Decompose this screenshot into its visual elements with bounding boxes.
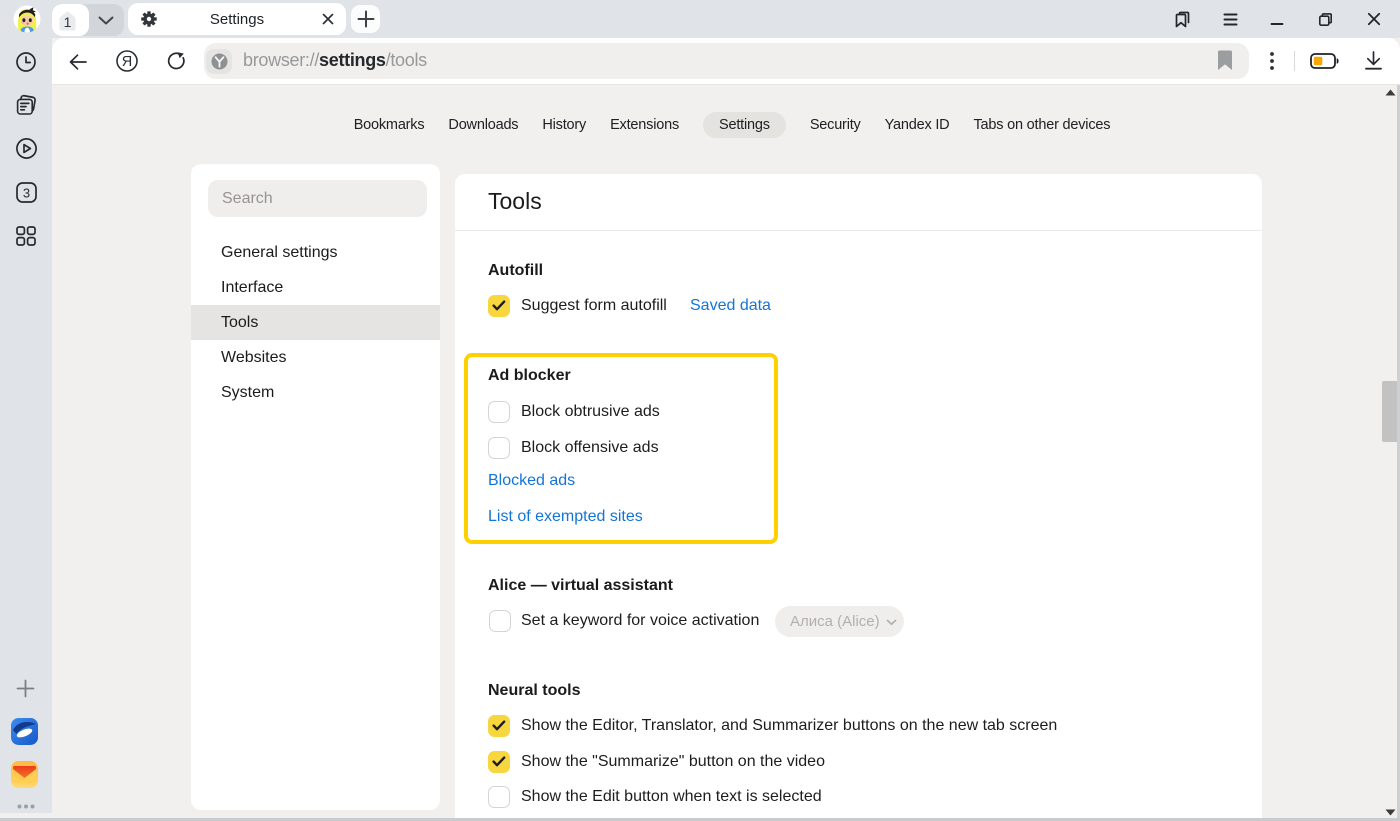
svg-text:Я: Я xyxy=(122,54,132,70)
svg-text:3: 3 xyxy=(22,185,29,200)
svg-text:1: 1 xyxy=(64,14,72,30)
